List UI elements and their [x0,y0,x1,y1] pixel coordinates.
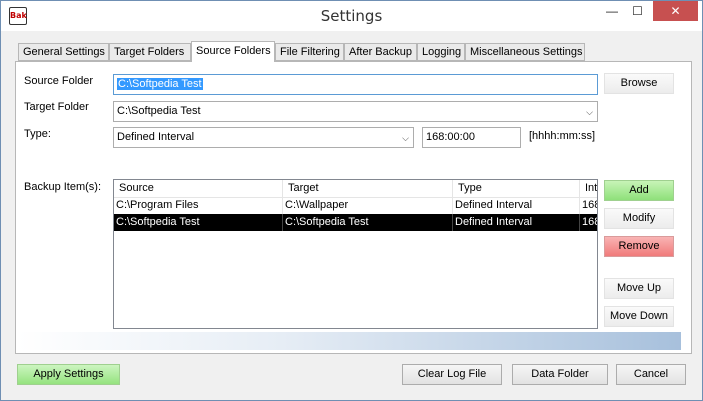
add-button[interactable]: Add [604,180,674,201]
cell-source: C:\Program Files [114,197,283,214]
maximize-button[interactable]: ☐ [625,1,650,21]
title-bar[interactable]: Bak Settings — ☐ ✕ [1,1,702,31]
settings-window: Bak Settings — ☐ ✕ General Settings Targ… [0,0,703,401]
source-folder-label: Source Folder [24,75,94,87]
apply-settings-button[interactable]: Apply Settings [17,364,120,385]
type-label: Type: [24,128,51,140]
chevron-down-icon[interactable]: ⌵ [586,105,593,120]
target-folder-label: Target Folder [24,101,89,113]
minimize-button[interactable]: — [599,1,625,21]
table-row[interactable]: C:\Softpedia Test C:\Softpedia Test Defi… [114,214,597,231]
tab-after-backup[interactable]: After Backup [344,43,417,61]
progress-bar [17,332,681,350]
tab-general-settings[interactable]: General Settings [18,43,109,61]
column-header-interval[interactable]: Int [580,180,597,198]
move-up-button[interactable]: Move Up [604,278,674,299]
cell-type: Defined Interval [453,197,580,214]
tab-target-folders[interactable]: Target Folders [109,43,191,61]
tab-source-folders[interactable]: Source Folders [191,41,275,62]
cell-type: Defined Interval [453,214,580,231]
cell-target: C:\Softpedia Test [283,214,453,231]
cell-source: C:\Softpedia Test [114,214,283,231]
type-value: Defined Interval [117,131,195,143]
source-folder-input[interactable]: C:\Softpedia Test [113,74,598,95]
interval-value: 168:00:00 [426,131,475,143]
column-header-source[interactable]: Source [114,180,283,198]
column-header-target[interactable]: Target [283,180,453,198]
remove-button[interactable]: Remove [604,236,674,257]
interval-input[interactable]: 168:00:00 [422,127,521,148]
tab-file-filtering[interactable]: File Filtering [275,43,344,61]
tab-logging[interactable]: Logging [417,43,465,61]
target-folder-combobox[interactable]: C:\Softpedia Test ⌵ [113,101,598,122]
interval-format-hint: [hhhh:mm:ss] [529,130,596,142]
window-title: Settings [320,7,383,25]
column-header-type[interactable]: Type [453,180,580,198]
list-header: Source Target Type Int [114,180,597,198]
target-folder-value: C:\Softpedia Test [117,105,201,117]
clear-log-file-button[interactable]: Clear Log File [402,364,502,385]
cell-interval: 168 [582,216,597,228]
cell-target: C:\Wallpaper [283,197,453,214]
close-button[interactable]: ✕ [653,1,698,21]
source-folder-value: C:\Softpedia Test [117,78,203,90]
cell-interval: 168 [582,199,597,211]
backup-items-label: Backup Item(s): [24,181,102,193]
table-row[interactable]: C:\Program Files C:\Wallpaper Defined In… [114,197,597,214]
cancel-button[interactable]: Cancel [616,364,686,385]
tab-miscellaneous-settings[interactable]: Miscellaneous Settings [465,43,585,61]
move-down-button[interactable]: Move Down [604,306,674,327]
backup-items-list[interactable]: Source Target Type Int C:\Program Files … [113,179,598,329]
chevron-down-icon[interactable]: ⌵ [402,131,409,146]
data-folder-button[interactable]: Data Folder [512,364,608,385]
modify-button[interactable]: Modify [604,208,674,229]
browse-button[interactable]: Browse [604,73,674,94]
type-combobox[interactable]: Defined Interval ⌵ [113,127,414,148]
